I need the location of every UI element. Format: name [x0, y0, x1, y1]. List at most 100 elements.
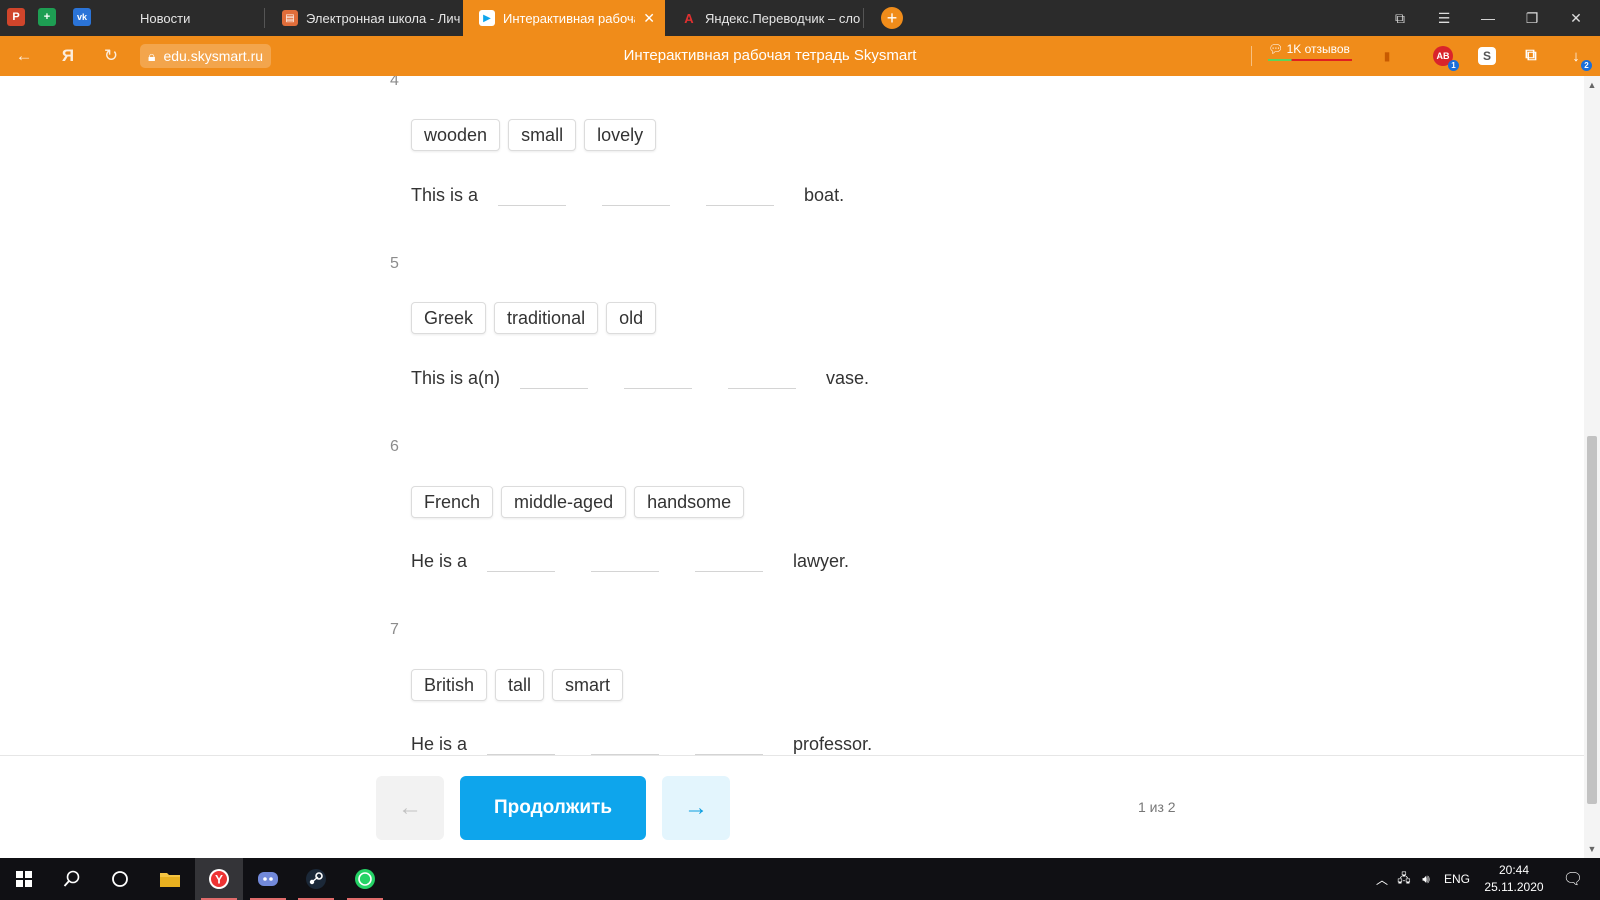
word-chip[interactable]: wooden	[411, 119, 501, 151]
clock-date: 25.11.2020	[1484, 880, 1544, 894]
answer-blank[interactable]	[591, 733, 660, 755]
answer-blank[interactable]	[695, 550, 764, 572]
word-options: French middle-aged handsome	[411, 486, 745, 518]
answer-blank[interactable]	[706, 184, 775, 206]
collections-icon: ⧉	[1525, 47, 1537, 64]
minimize-button[interactable]: —	[1468, 0, 1508, 36]
extension-adblock[interactable]: AB 1	[1432, 45, 1459, 71]
restore-icon: ❐	[1525, 9, 1539, 26]
close-window-button[interactable]: ✕	[1556, 0, 1596, 36]
collections-button[interactable]: ⧉	[1520, 45, 1542, 67]
task-number: 6	[390, 438, 399, 455]
reviews-button[interactable]: 💬︎ 1K отзывов	[1268, 42, 1352, 61]
word-options: Greek traditional old	[411, 302, 657, 334]
folder-icon	[160, 873, 180, 887]
reload-button[interactable]: ↻	[99, 44, 123, 68]
start-button[interactable]	[0, 858, 48, 900]
url-field[interactable]: 🔒︎ edu.skysmart.ru	[140, 44, 272, 68]
pinned-tab-powerpoint[interactable]: P	[7, 8, 25, 26]
close-tab-icon[interactable]: ✕	[643, 10, 655, 27]
task-number: 4	[390, 76, 399, 89]
bookmarks-panel-icon: ⧉	[1395, 9, 1405, 26]
reload-icon: ↻	[103, 46, 119, 65]
word-options: wooden small lovely	[411, 119, 657, 151]
search-icon	[63, 870, 80, 887]
tray-overflow-button[interactable]: ︿	[1372, 858, 1392, 900]
answer-blank[interactable]	[498, 184, 567, 206]
taskbar-yandex-browser[interactable]: Y	[195, 858, 243, 900]
sentence-end: vase.	[826, 368, 870, 388]
bookmarks-panel-button[interactable]: ⧉	[1380, 0, 1420, 36]
word-chip[interactable]: Greek	[411, 302, 487, 334]
tray-volume[interactable]: 🔊︎	[1416, 858, 1436, 900]
windows-icon	[16, 871, 32, 887]
tab-skysmart[interactable]: ▶ Интерактивная рабоча ✕	[463, 0, 665, 36]
word-chip[interactable]: French	[411, 486, 494, 518]
answer-blank[interactable]	[728, 367, 797, 389]
network-icon: 🖧︎	[1397, 870, 1411, 885]
taskbar-discord[interactable]	[244, 858, 292, 900]
search-button[interactable]	[48, 858, 96, 900]
word-chip[interactable]: smart	[552, 669, 624, 701]
tray-network[interactable]: 🖧︎	[1394, 858, 1414, 900]
vertical-scrollbar[interactable]: ▲ ▼	[1584, 76, 1600, 858]
rating-bar	[1268, 59, 1352, 61]
continue-label: Продолжить	[493, 797, 613, 818]
taskbar-explorer[interactable]	[146, 858, 194, 900]
answer-blank[interactable]	[487, 550, 556, 572]
extension-s[interactable]: S	[1476, 45, 1498, 67]
word-chip[interactable]: British	[411, 669, 488, 701]
scroll-up-icon[interactable]: ▲	[1584, 78, 1600, 92]
page-indicator: 1 из 2	[1138, 799, 1176, 815]
yandex-home-button[interactable]: Я	[56, 44, 80, 68]
tab-title: Интерактивная рабоча	[503, 10, 635, 26]
notification-icon: 🗨︎	[1562, 871, 1584, 888]
word-chip[interactable]: old	[606, 302, 657, 334]
tab-school[interactable]: ▤ Электронная школа - Лич	[266, 0, 462, 36]
minimize-icon: —	[1481, 10, 1495, 26]
volume-icon: 🔊︎	[1422, 871, 1430, 886]
cortana-button[interactable]	[96, 858, 144, 900]
answer-blank[interactable]	[591, 550, 660, 572]
action-center-button[interactable]: 🗨︎	[1556, 858, 1590, 900]
word-chip[interactable]: middle-aged	[501, 486, 627, 518]
new-tab-button[interactable]: +	[881, 7, 903, 29]
taskbar-steam[interactable]	[292, 858, 340, 900]
word-chip[interactable]: tall	[495, 669, 545, 701]
chevron-up-icon: ︿	[1375, 872, 1388, 887]
tab-translator[interactable]: A Яндекс.Переводчик – сло	[665, 0, 861, 36]
taskbar-whatsapp[interactable]	[341, 858, 389, 900]
tab-divider	[264, 8, 265, 28]
answer-blank[interactable]	[624, 367, 693, 389]
scrollbar-thumb[interactable]	[1587, 436, 1597, 804]
word-chip[interactable]: small	[508, 119, 577, 151]
word-chip[interactable]: lovely	[584, 119, 657, 151]
tab-title: Новости	[140, 10, 191, 26]
pinned-tab-sheets[interactable]: +	[38, 8, 56, 26]
arrow-right-icon: →	[684, 794, 708, 821]
tray-language[interactable]: ENG	[1440, 858, 1474, 900]
downloads-button[interactable]: ↓ 2	[1565, 45, 1592, 71]
whatsapp-icon	[355, 869, 375, 889]
answer-blank[interactable]	[520, 367, 589, 389]
continue-button[interactable]: Продолжить	[460, 776, 646, 840]
next-button[interactable]: →	[662, 776, 730, 840]
word-chip[interactable]: traditional	[494, 302, 599, 334]
menu-button[interactable]: ☰	[1424, 0, 1464, 36]
bookmark-button[interactable]: ▮	[1376, 45, 1398, 67]
tab-title: Электронная школа - Лич	[306, 10, 461, 26]
answer-blank[interactable]	[487, 733, 556, 755]
tab-news[interactable]: Новости	[124, 0, 264, 36]
restore-button[interactable]: ❐	[1512, 0, 1552, 36]
answer-blank[interactable]	[602, 184, 671, 206]
answer-blank[interactable]	[695, 733, 764, 755]
scroll-down-icon[interactable]: ▼	[1584, 842, 1600, 856]
previous-button[interactable]: ←	[376, 776, 444, 840]
tray-clock[interactable]: 20:44 25.11.2020	[1474, 862, 1554, 896]
word-chip[interactable]: handsome	[634, 486, 745, 518]
download-icon: ↓	[1572, 47, 1580, 65]
browser-tab-bar: P + vk Новости ▤ Электронная школа - Лич…	[0, 0, 1600, 36]
back-button[interactable]: ←	[12, 44, 36, 68]
workbook-content: 4 wooden small lovely This is a boat. 5 …	[0, 76, 1584, 755]
pinned-tab-vk[interactable]: vk	[73, 8, 91, 26]
